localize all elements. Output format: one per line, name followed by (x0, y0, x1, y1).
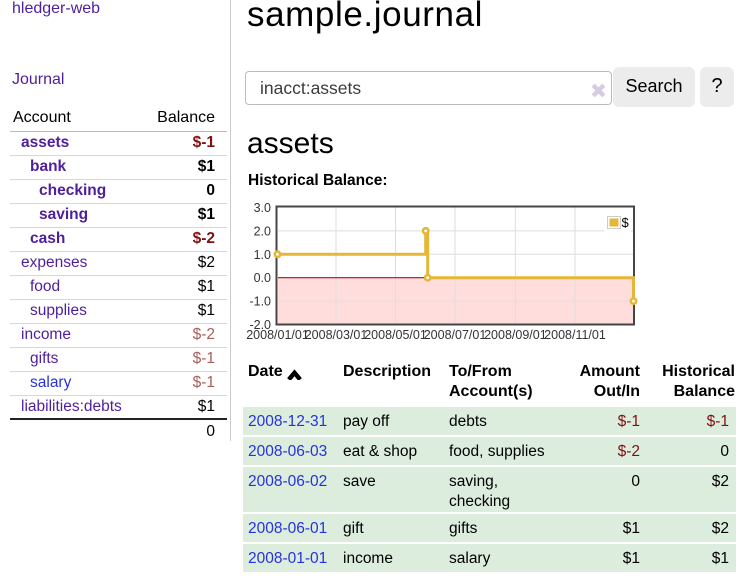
svg-text:3.0: 3.0 (254, 201, 271, 215)
svg-text:2008/03/01: 2008/03/01 (305, 328, 368, 342)
svg-text:2008/01/01: 2008/01/01 (246, 328, 309, 342)
svg-text:1.0: 1.0 (254, 248, 271, 262)
svg-text:$: $ (622, 215, 630, 230)
svg-text:2008/11/01: 2008/11/01 (544, 328, 606, 342)
svg-text:-1.0: -1.0 (249, 295, 271, 309)
svg-text:2008/09/01: 2008/09/01 (484, 328, 547, 342)
svg-text:0.0: 0.0 (254, 271, 271, 285)
svg-text:2.0: 2.0 (254, 224, 271, 238)
svg-text:2008/07/01: 2008/07/01 (424, 328, 487, 342)
svg-text:2008/05/01: 2008/05/01 (364, 328, 427, 342)
